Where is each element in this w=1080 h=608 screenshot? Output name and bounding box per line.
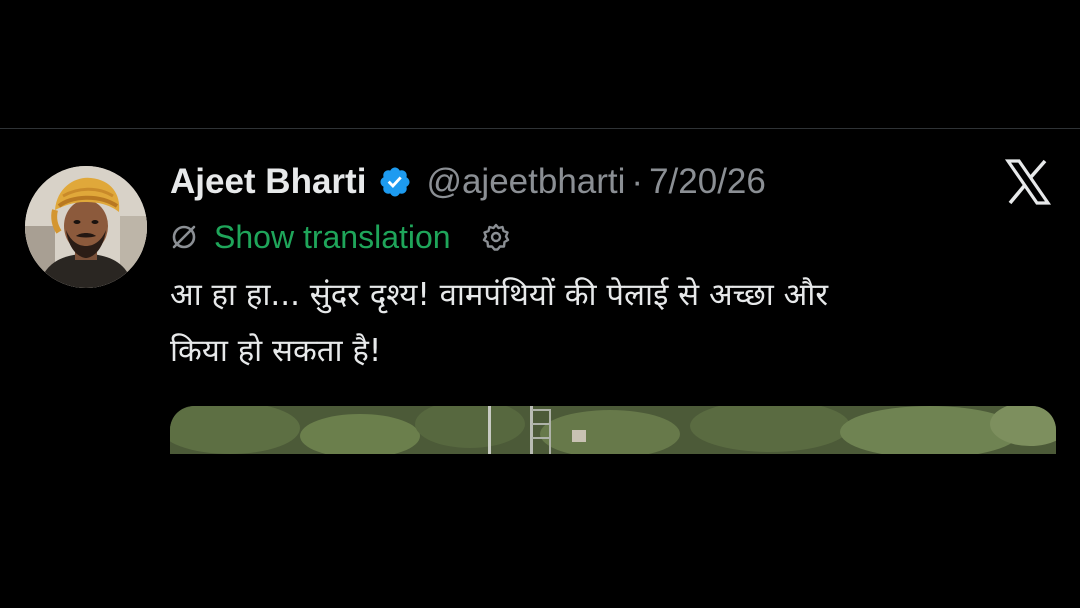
- author-handle[interactable]: @ajeetbharti: [426, 162, 625, 202]
- avatar[interactable]: [25, 166, 147, 288]
- gear-icon[interactable]: [481, 222, 511, 252]
- tweet-text: आ हा हा... सुंदर दृश्य! वामपंथियों की पे…: [170, 277, 829, 369]
- translate-globe-icon: [170, 223, 198, 251]
- x-logo-icon[interactable]: [1004, 159, 1052, 205]
- verified-badge-icon: [378, 165, 412, 199]
- tweet-card[interactable]: Ajeet Bharti @ajeetbharti · 7/20/26 Show…: [0, 129, 1080, 608]
- tweet-header: Ajeet Bharti @ajeetbharti · 7/20/26: [170, 159, 766, 205]
- show-translation-link[interactable]: Show translation: [214, 219, 451, 256]
- translation-row: Show translation: [170, 217, 511, 257]
- tweet-media-preview[interactable]: [170, 406, 1056, 454]
- author-name[interactable]: Ajeet Bharti: [170, 162, 366, 202]
- tweet-date[interactable]: 7/20/26: [649, 162, 766, 202]
- separator-dot: ·: [631, 162, 644, 201]
